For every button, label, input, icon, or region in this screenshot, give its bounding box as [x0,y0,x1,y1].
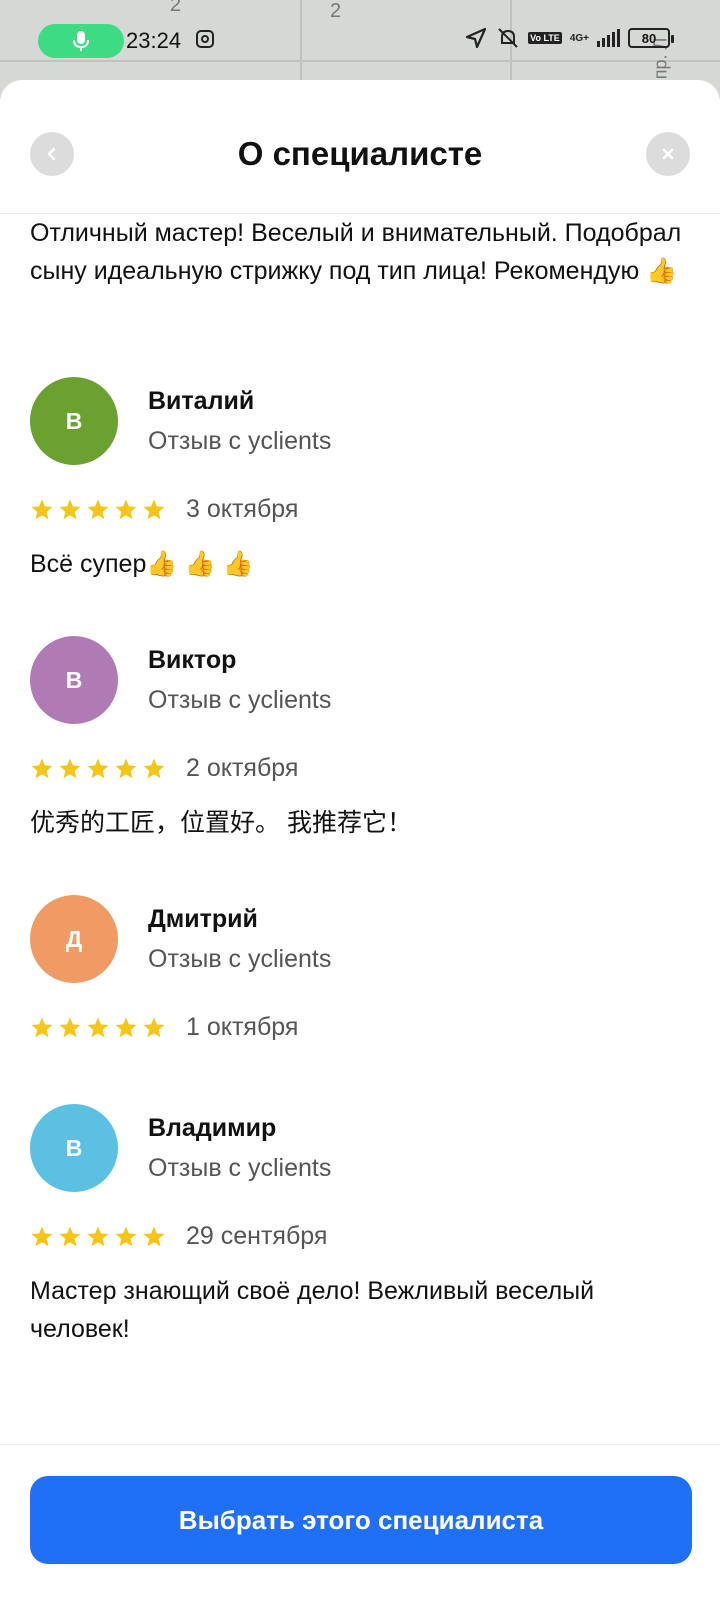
reviewer-name: Виктор [148,646,237,674]
microphone-indicator[interactable] [38,24,124,58]
avatar: В [30,636,118,724]
star-icon [115,1017,137,1037]
avatar: В [30,1104,118,1192]
bell-muted-icon [498,28,518,48]
star-rating [30,1225,166,1249]
rating-row: 1 октября [30,1013,298,1042]
network-type: 4G+ [569,32,589,44]
star-icon [59,758,81,778]
review-date: 3 октября [186,495,299,523]
review-text: Отличный мастер! Веселый и внимательный.… [30,219,682,285]
star-icon [143,1226,165,1246]
avatar: Д [30,895,118,983]
page-title: О специалисте [237,135,483,172]
reviews-scroll-area[interactable]: Отличный мастер! Веселый и внимательный.… [0,214,720,1444]
star-icon [87,1017,109,1037]
close-icon [662,148,674,160]
sheet-header: О специалисте [0,80,720,214]
review-text: Всё супер👍 👍 👍 [30,550,254,578]
star-icon [115,1226,137,1246]
star-icon [87,1226,109,1246]
star-icon [143,499,165,519]
star-icon [31,758,53,778]
reviewer-name: Виталий [148,387,255,415]
star-icon [31,499,53,519]
review-date: 1 октября [186,1013,299,1041]
review-source: Отзыв с yclients [148,945,332,973]
avatar-initial: Д [65,925,83,952]
star-icon [143,758,165,778]
review-text: Мастер знающий своё дело! Вежливый весел… [30,1277,595,1343]
review-text: 优秀的工匠，位置好。 我推荐它！ [30,809,412,837]
specialist-sheet: О специалисте Отличный мастер! Веселый и… [0,80,720,1600]
rating-row: 3 октября [30,495,298,524]
review-source: Отзыв с yclients [148,427,332,455]
status-bar: 23:24 Vo LTE 4G+ 80 [0,18,720,64]
star-icon [59,1226,81,1246]
star-icon [87,758,109,778]
star-icon [115,758,137,778]
select-specialist-button[interactable]: Выбрать этого специалиста [30,1476,692,1564]
avatar: В [30,377,118,465]
review-date: 29 сентября [186,1222,328,1250]
system-nav-bar [0,1590,720,1600]
star-rating [30,498,166,522]
rating-row: 29 сентября [30,1222,327,1251]
review-date: 2 октября [186,754,299,782]
star-icon [31,1017,53,1037]
star-rating [30,1016,166,1040]
reviewer-name: Владимир [148,1114,277,1142]
star-icon [115,499,137,519]
map-label: 2 [170,0,182,16]
review-source: Отзыв с yclients [148,686,332,714]
status-time: 23:24 [126,28,182,53]
close-button[interactable] [646,132,690,176]
battery-level: 80 [641,30,657,46]
status-icons: Vo LTE 4G+ 80 [464,26,674,50]
star-icon [59,1017,81,1037]
footer-divider [0,1444,720,1445]
avatar-initial: В [65,407,83,434]
star-rating [30,757,166,781]
star-icon [87,499,109,519]
review-source: Отзыв с yclients [148,1154,332,1182]
battery-icon: 80 [628,28,674,48]
avatar-initial: В [65,666,83,693]
instagram-icon [196,30,214,48]
signal-icon [597,29,620,47]
star-icon [143,1017,165,1037]
location-arrow-icon [466,27,487,49]
volte-badge: Vo LTE [528,32,562,44]
rating-row: 2 октября [30,754,298,783]
microphone-icon [73,31,89,51]
star-icon [31,1226,53,1246]
star-icon [59,499,81,519]
reviewer-name: Дмитрий [148,905,258,933]
avatar-initial: В [65,1134,83,1161]
